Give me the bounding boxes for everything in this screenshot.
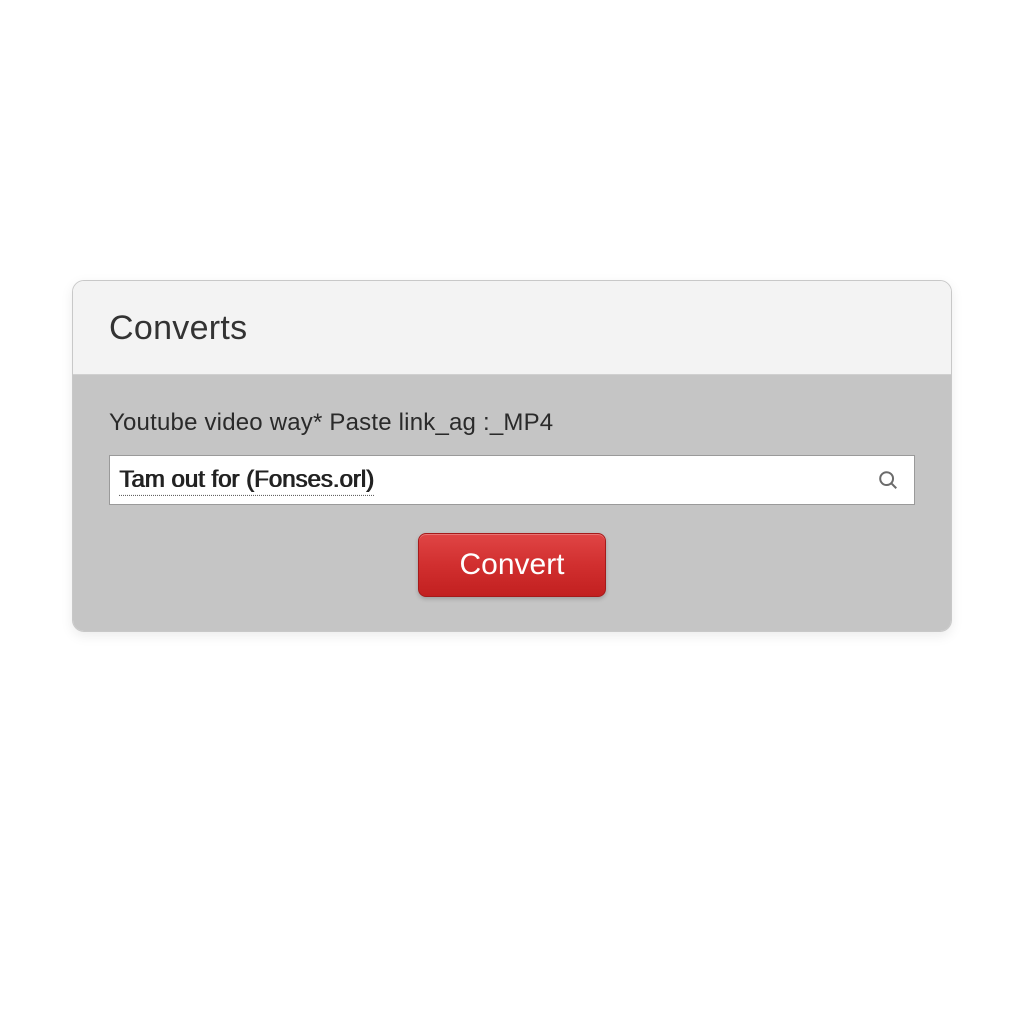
converter-panel: Converts Youtube video way* Paste link_a… bbox=[72, 280, 952, 632]
panel-body: Youtube video way* Paste link_ag :_MP4 T… bbox=[73, 375, 951, 631]
url-input[interactable] bbox=[109, 455, 915, 505]
convert-button[interactable]: Convert bbox=[418, 533, 605, 597]
panel-title: Converts bbox=[109, 309, 915, 348]
button-row: Convert bbox=[109, 533, 915, 597]
url-field-label: Youtube video way* Paste link_ag :_MP4 bbox=[109, 409, 915, 437]
search-icon[interactable] bbox=[875, 467, 901, 493]
panel-header: Converts bbox=[73, 281, 951, 375]
url-input-row: Tam out for (Fonses.orl) bbox=[109, 455, 915, 505]
